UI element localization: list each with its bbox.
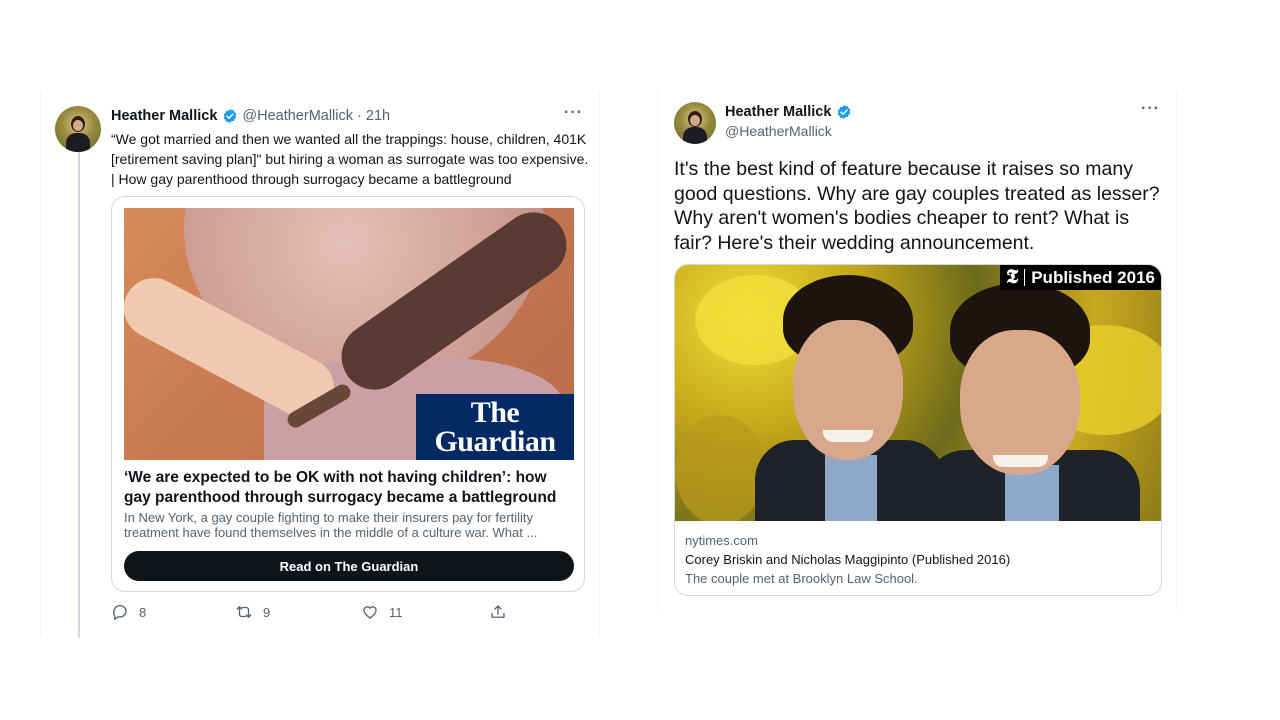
share-button[interactable] (489, 603, 507, 621)
link-card[interactable]: 𝕿 Published 2016 nytimes.com Corey Brisk… (674, 264, 1162, 596)
guardian-logo: The Guardian (416, 394, 574, 460)
card-image[interactable]: 𝕿 Published 2016 (675, 265, 1161, 521)
more-icon[interactable]: ··· (1141, 100, 1160, 118)
tweet-header: Heather Mallick @HeatherMallick · 21h (111, 108, 390, 124)
reply-button[interactable]: 8 (111, 603, 146, 621)
retweet-icon (236, 606, 252, 618)
card-description: The couple met at Brooklyn Law School. (685, 571, 918, 586)
tweet-text: It's the best kind of feature because it… (674, 158, 1160, 254)
retweet-count: 9 (263, 604, 271, 620)
reply-count: 8 (139, 604, 147, 620)
verified-badge-icon (224, 109, 237, 123)
avatar[interactable] (674, 102, 716, 144)
tweet-guardian[interactable]: Heather Mallick @HeatherMallick · 21h ··… (40, 90, 600, 638)
card-image[interactable]: The Guardian (124, 208, 574, 460)
thread-line (78, 152, 80, 638)
more-icon[interactable]: ··· (564, 104, 583, 122)
verified-badge-icon (838, 105, 851, 119)
tweet-text: “We got married and then we wanted all t… (111, 131, 589, 187)
author-name[interactable]: Heather Mallick (111, 108, 217, 124)
like-button[interactable]: 11 (361, 603, 403, 621)
like-count: 11 (389, 604, 403, 620)
tweet-header: Heather Mallick (725, 104, 852, 120)
nyt-logo-icon: 𝕿 (1005, 266, 1019, 288)
card-domain: nytimes.com (685, 533, 758, 548)
author-handle[interactable]: @HeatherMallick · 21h (242, 108, 390, 124)
link-card[interactable]: The Guardian ‘We are expected to be OK w… (111, 196, 585, 592)
reply-icon (113, 604, 127, 621)
like-icon (363, 606, 377, 619)
published-label: Published 2016 (1031, 267, 1155, 287)
tweet-nytimes[interactable]: Heather Mallick @HeatherMallick ··· It's… (657, 90, 1177, 610)
avatar[interactable] (55, 106, 101, 152)
card-description: In New York, a gay couple fighting to ma… (124, 510, 538, 540)
read-on-guardian-button[interactable]: Read on The Guardian (124, 551, 574, 581)
published-badge: 𝕿 Published 2016 (999, 265, 1161, 290)
card-info: nytimes.com Corey Briskin and Nicholas M… (685, 531, 1010, 588)
author-name[interactable]: Heather Mallick (725, 104, 831, 120)
author-handle[interactable]: @HeatherMallick (725, 123, 832, 139)
card-title: ‘We are expected to be OK with not havin… (124, 469, 557, 506)
retweet-button[interactable]: 9 (235, 603, 270, 621)
card-title: Corey Briskin and Nicholas Maggipinto (P… (685, 552, 1011, 567)
tweet-actions: 8 9 11 (111, 603, 531, 623)
share-icon (491, 605, 505, 618)
